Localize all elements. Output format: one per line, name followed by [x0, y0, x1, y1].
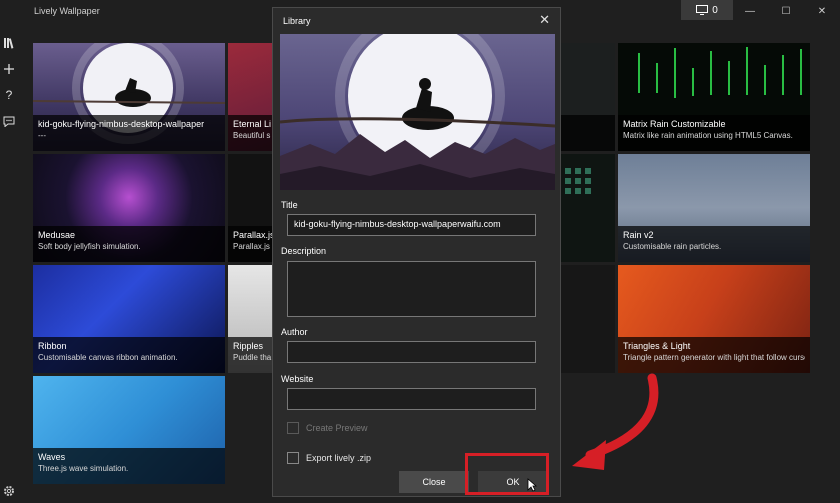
annotation-arrow-icon: [572, 373, 659, 470]
mouse-cursor-icon: [527, 478, 537, 492]
